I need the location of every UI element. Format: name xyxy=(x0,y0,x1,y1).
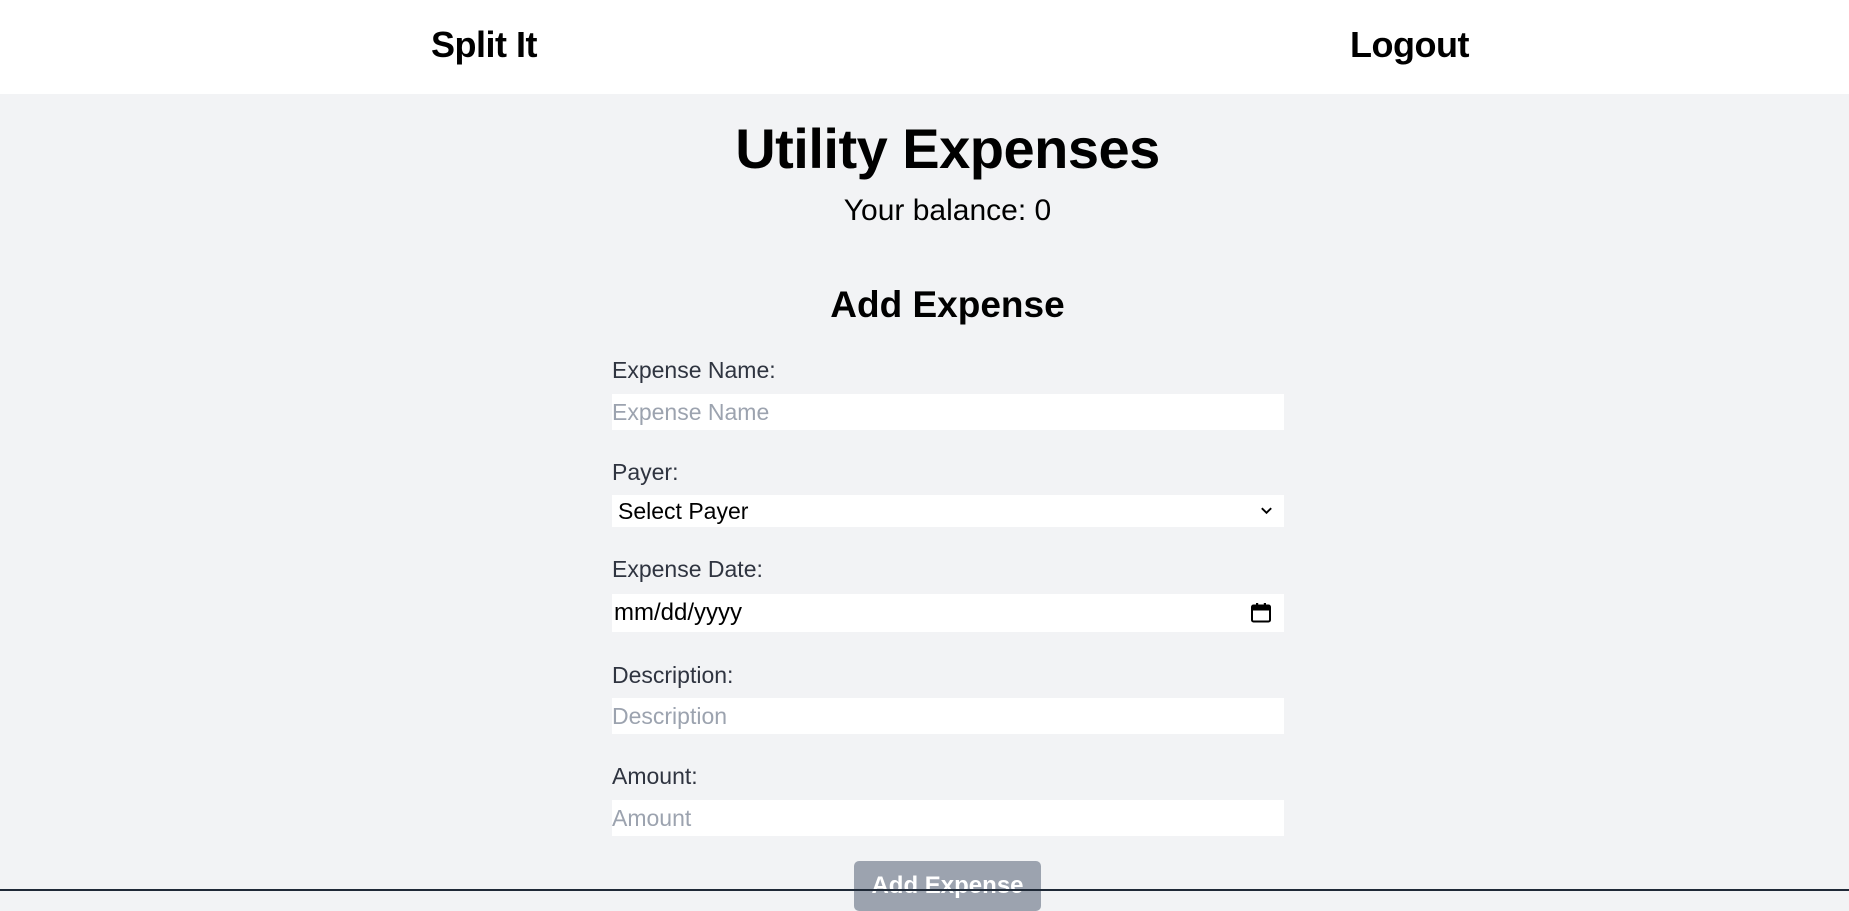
brand-link[interactable]: Split It xyxy=(431,23,538,67)
amount-input[interactable] xyxy=(612,800,1284,836)
expense-name-label: Expense Name: xyxy=(612,357,776,383)
add-expense-button[interactable]: Add Expense xyxy=(854,861,1041,911)
payer-select-value: Select Payer xyxy=(618,498,749,524)
description-input[interactable] xyxy=(612,698,1284,734)
calendar-icon[interactable] xyxy=(1250,602,1272,624)
expense-date-value: mm/dd/yyyy xyxy=(614,599,743,626)
expense-name-input[interactable] xyxy=(612,394,1284,430)
chevron-down-icon xyxy=(1261,507,1272,515)
logout-link[interactable]: Logout xyxy=(1350,23,1469,67)
top-navbar: Split It Logout xyxy=(0,0,1849,94)
expense-date-input[interactable]: mm/dd/yyyy xyxy=(612,594,1284,632)
balance-text: Your balance: 0 xyxy=(843,194,1052,227)
payer-select[interactable]: Select Payer xyxy=(612,495,1284,527)
description-label: Description: xyxy=(612,662,734,688)
add-expense-heading: Add Expense xyxy=(830,284,1065,325)
expense-date-label: Expense Date: xyxy=(612,556,763,582)
amount-label: Amount: xyxy=(612,763,698,789)
payer-label: Payer: xyxy=(612,459,679,485)
page-title: Utility Expenses xyxy=(735,117,1160,180)
